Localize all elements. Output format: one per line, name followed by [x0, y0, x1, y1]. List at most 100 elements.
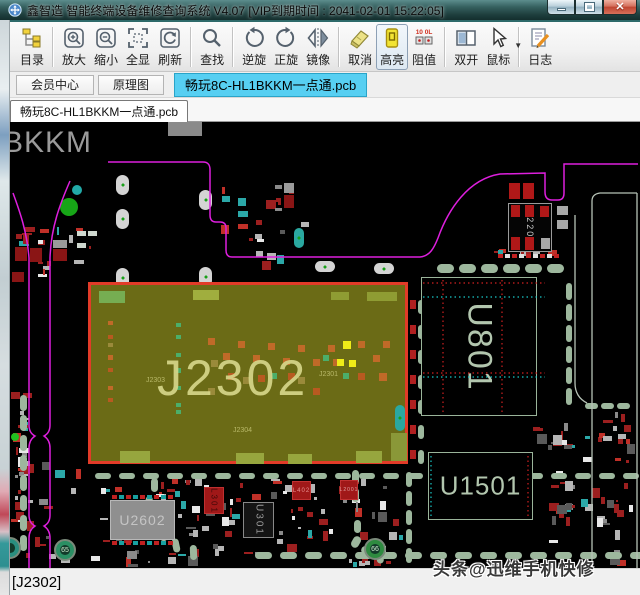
pcb-clutter-part	[74, 260, 84, 264]
pcb-pad-pill	[95, 473, 111, 479]
tab-member-center[interactable]: 会员中心	[16, 75, 94, 95]
toolbar-button-rotate-ccw[interactable]: 逆旋	[238, 24, 270, 70]
zoom-out-icon	[94, 26, 118, 50]
j2302-pin-pad	[337, 359, 344, 366]
pcb-pad	[505, 254, 510, 258]
j2302-keepout-block	[331, 292, 349, 300]
pcb-clutter-part	[222, 196, 230, 201]
j2302-pin-pad	[176, 410, 181, 414]
pcb-clutter-part	[393, 519, 399, 526]
toolbar-button-log[interactable]: 日志	[524, 24, 556, 70]
maximize-button[interactable]	[575, 0, 603, 15]
pcb-clutter-part	[43, 269, 45, 275]
pcb-clutter-part	[103, 540, 110, 542]
toolbar-button-dual-view[interactable]: 双开	[450, 24, 482, 70]
pcb-clutter-part	[615, 412, 618, 418]
pcb-clutter-part	[44, 506, 53, 508]
pcb-part	[15, 247, 27, 261]
pcb-pad	[526, 254, 531, 258]
toolbar-button-zoom-in[interactable]: 放大	[58, 24, 90, 70]
pcb-clutter-part	[271, 492, 276, 500]
toolbar-button-label: 缩小	[94, 51, 118, 68]
pcb-pad-pill	[335, 473, 351, 479]
pcb-pad-pill	[437, 264, 454, 273]
window-left-border	[0, 20, 10, 595]
pcb-pad	[154, 541, 159, 545]
pad-center-mark	[203, 275, 208, 280]
search-icon	[200, 26, 224, 50]
pcb-pad-pill	[566, 367, 572, 384]
pcb-clutter-part	[256, 220, 261, 225]
pcb-component-u301[interactable]: U301	[243, 502, 274, 538]
pcb-part	[540, 206, 549, 217]
toolbar-button-highlight[interactable]: 高亮	[376, 24, 408, 70]
pcb-clutter-part	[26, 553, 30, 558]
pcb-clutter-part	[11, 392, 20, 399]
j2302-keepout-block	[236, 453, 264, 464]
pcb-clutter-part	[255, 234, 262, 238]
pcb-clutter-part	[168, 557, 176, 564]
toolbar-button-zoom-out[interactable]: 缩小	[90, 24, 122, 70]
pcb-pad-pill	[599, 473, 615, 479]
pcb-clutter-part	[238, 224, 247, 230]
toolbar: 目录放大缩小全显刷新查找逆旋正旋镜像取消高亮10 0L阻值双开鼠标▼日志	[10, 20, 640, 72]
pcb-canvas[interactable]: BKKM 6566U801U1501J2201U2602U301L301L402…	[10, 122, 640, 568]
pcb-pad	[498, 254, 503, 258]
dual-window-icon	[454, 26, 478, 50]
toolbar-button-rotate-cw[interactable]: 正旋	[270, 24, 302, 70]
pcb-clutter-part	[115, 487, 123, 491]
minimize-button[interactable]	[547, 0, 575, 15]
pcb-pad-pill	[151, 478, 158, 492]
toolbar-button-cancel[interactable]: 取消	[344, 24, 376, 70]
pcb-pad-pill	[617, 403, 630, 409]
pcb-component-l301[interactable]: L301	[204, 487, 224, 514]
pcb-clutter-part	[353, 562, 358, 567]
tab-pcb-document[interactable]: 畅玩8C-HL1BKKM一点通.pcb	[10, 100, 188, 122]
rotate-cw-icon	[274, 26, 298, 50]
toolbar-button-label: 鼠标	[486, 51, 510, 68]
toolbar-button-mirror[interactable]: 镜像	[302, 24, 334, 70]
pcb-clutter-part	[222, 517, 229, 527]
pcb-pad	[126, 541, 131, 545]
toolbar-button-refresh[interactable]: 刷新	[154, 24, 186, 70]
toolbar-button-directory[interactable]: 目录	[16, 24, 48, 70]
toolbar-button-resistance[interactable]: 10 0L阻值	[408, 24, 440, 70]
j2302-pin-pad	[108, 355, 113, 360]
pcb-component-l2001[interactable]: L2001	[340, 480, 358, 500]
chevron-down-icon[interactable]: ▼	[514, 41, 522, 50]
pcb-pad-pill	[503, 264, 520, 273]
pcb-clutter-part	[275, 185, 282, 189]
j2302-pin-pad	[343, 341, 351, 349]
toolbar-button-label: 查找	[200, 51, 224, 68]
pcb-clutter-part	[161, 482, 165, 490]
pcb-component-l402[interactable]: L402	[292, 481, 311, 500]
pcb-pad-pill	[239, 473, 255, 479]
toolbar-button-fit-all[interactable]: 全显	[122, 24, 154, 70]
j2302-pin-pad	[208, 338, 215, 345]
pcb-clutter-part	[349, 559, 352, 562]
j2302-pin-pad	[108, 398, 113, 402]
j2302-pin-pad	[349, 360, 356, 367]
j2302-pin-pad	[238, 341, 245, 348]
tab-pcb-file-active[interactable]: 畅玩8C-HL1BKKM一点通.pcb	[174, 73, 367, 97]
pcb-clutter-part	[221, 225, 229, 234]
tab-schematic[interactable]: 原理图	[98, 75, 164, 95]
pcb-component-u2602[interactable]: U2602	[110, 500, 175, 540]
toolbar-button-mouse[interactable]: 鼠标▼	[482, 24, 514, 70]
pcb-pad-pill	[566, 283, 572, 300]
toolbar-button-label: 阻值	[412, 51, 436, 68]
pcb-pad-pill	[566, 304, 572, 321]
pcb-clutter-part	[89, 246, 91, 249]
pcb-component-u1501[interactable]: U1501	[428, 452, 533, 520]
pcb-component-j2302-highlighted[interactable]: J2302J2303J2301J2304	[88, 282, 408, 464]
pcb-clutter-part	[175, 491, 180, 496]
pcb-clutter-part	[277, 539, 283, 544]
close-button[interactable]: ✕	[603, 0, 637, 15]
pcb-clutter-part	[46, 536, 48, 539]
pcb-clutter-part	[257, 239, 264, 241]
pcb-clutter-part	[624, 425, 630, 432]
pcb-component-u801[interactable]: U801	[421, 277, 537, 416]
toolbar-button-find[interactable]: 查找	[196, 24, 228, 70]
pcb-clutter-part	[597, 518, 604, 527]
pcb-clutter-part	[238, 211, 248, 217]
